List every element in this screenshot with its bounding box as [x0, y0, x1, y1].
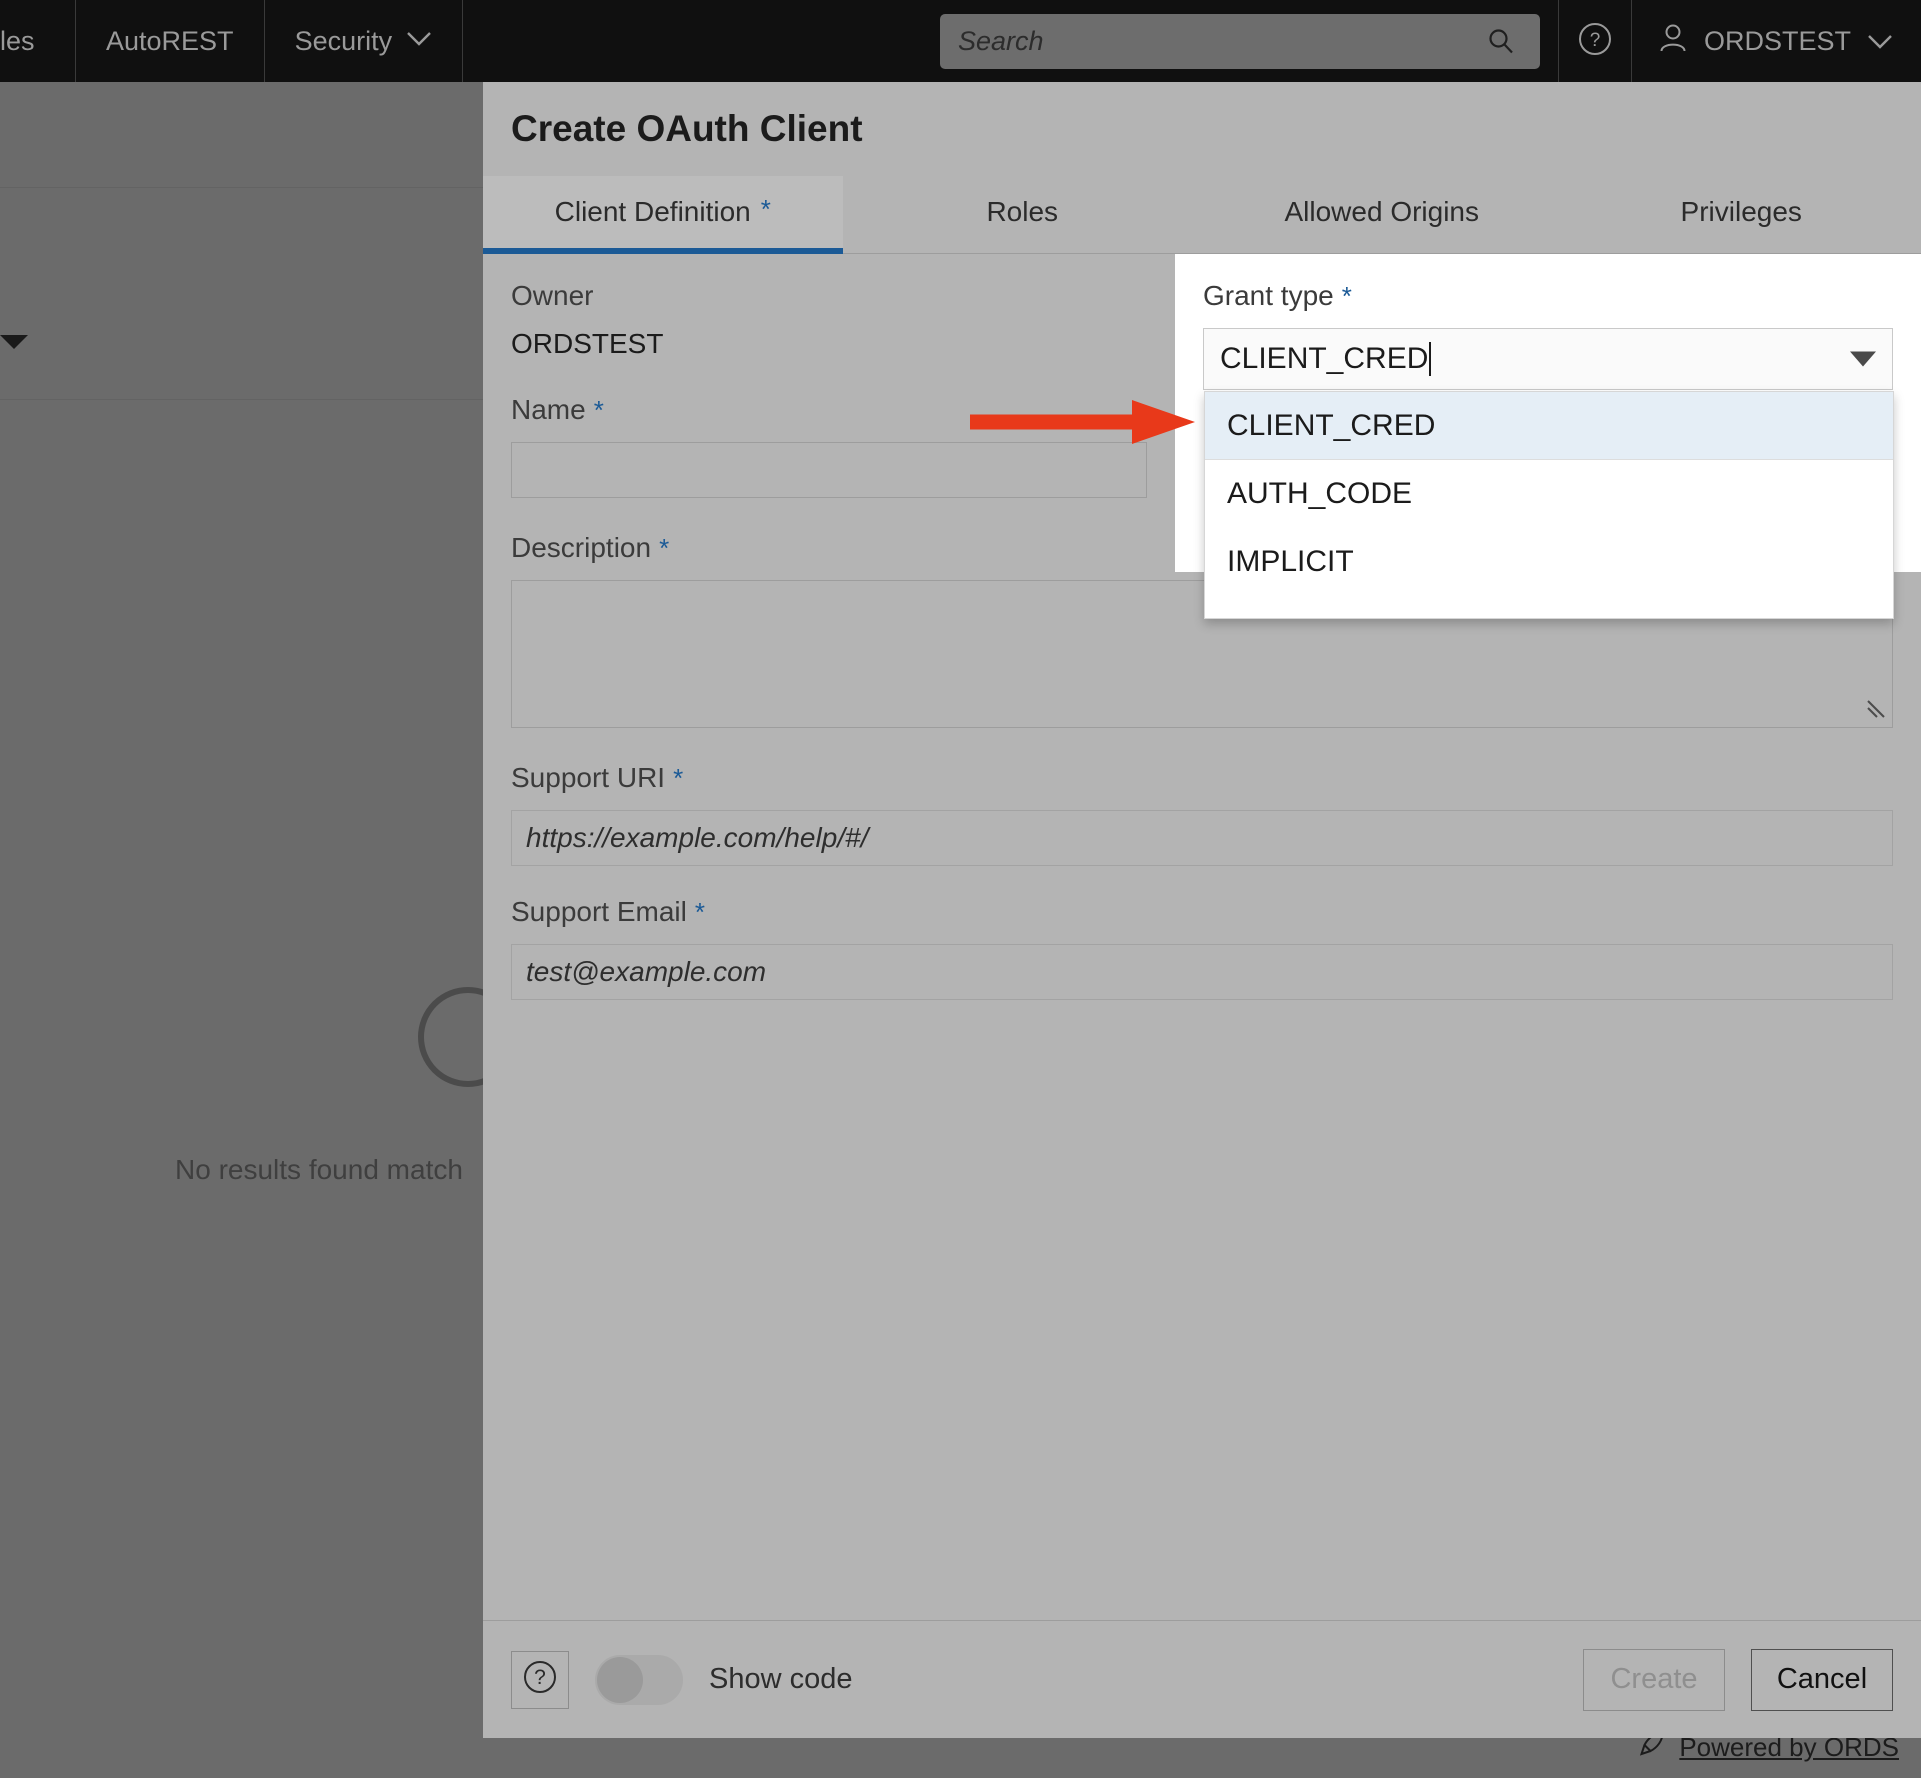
annotation-arrow-icon	[970, 398, 1200, 446]
chevron-down-icon[interactable]	[1850, 351, 1876, 367]
search-container: Search	[922, 0, 1558, 82]
help-circle-icon: ?	[520, 1657, 560, 1702]
dialog-title: Create OAuth Client	[511, 108, 863, 149]
tab-label: Roles	[986, 196, 1059, 227]
help-circle-icon: ?	[1576, 20, 1614, 63]
grant-type-option-client-cred[interactable]: CLIENT_CRED	[1205, 392, 1893, 460]
nav-item-label: les	[0, 25, 35, 56]
support-email-field-group: Support Email * test@example.com	[511, 896, 1893, 1000]
option-label: CLIENT_CRED	[1227, 408, 1436, 442]
nav-item-label: Security	[294, 25, 393, 56]
support-email-input[interactable]: test@example.com	[511, 944, 1893, 1000]
grant-type-field-group: Grant type * CLIENT_CRED CLIENT_CRED AUTH…	[1175, 254, 1921, 619]
search-input[interactable]: Search	[939, 13, 1540, 69]
tab-label: Client Definition	[554, 196, 751, 227]
show-code-label: Show code	[709, 1663, 853, 1695]
support-uri-input[interactable]: https://example.com/help/#/	[511, 810, 1893, 866]
tab-allowed-origins[interactable]: Allowed Origins	[1202, 176, 1562, 253]
resize-handle-icon[interactable]	[1864, 697, 1888, 725]
chevron-down-icon	[406, 31, 432, 51]
user-icon	[1658, 22, 1688, 61]
support-uri-label: Support URI *	[511, 762, 684, 793]
svg-text:?: ?	[534, 1666, 546, 1689]
svg-text:?: ?	[1590, 30, 1601, 51]
option-label: AUTH_CODE	[1227, 477, 1413, 510]
support-email-placeholder: test@example.com	[526, 956, 767, 987]
nav-item-autorest[interactable]: AutoREST	[76, 0, 265, 82]
chevron-down-icon	[1867, 26, 1893, 57]
search-icon[interactable]	[1488, 28, 1514, 54]
tab-privileges[interactable]: Privileges	[1561, 176, 1921, 253]
required-asterisk: *	[593, 395, 604, 425]
support-email-label: Support Email *	[511, 896, 705, 927]
dialog-body: Owner ORDSTEST Name * Description * Supp…	[483, 254, 1921, 1620]
owner-value: ORDSTEST	[511, 328, 664, 359]
owner-label: Owner	[511, 280, 594, 311]
no-results-text: No results found match	[175, 1154, 463, 1185]
grant-type-option-implicit[interactable]: IMPLICIT	[1205, 528, 1893, 596]
required-asterisk: *	[760, 194, 771, 224]
nav-item-security[interactable]: Security	[265, 0, 464, 82]
user-name-label: ORDSTEST	[1703, 25, 1851, 56]
required-asterisk: *	[659, 533, 670, 563]
owner-field-group: Owner ORDSTEST	[511, 280, 1147, 360]
show-code-toggle[interactable]	[595, 1654, 683, 1705]
grant-type-option-auth-code[interactable]: AUTH_CODE	[1205, 460, 1893, 528]
help-button[interactable]: ?	[1557, 0, 1632, 82]
user-menu-button[interactable]: ORDSTEST	[1632, 0, 1921, 82]
create-button[interactable]: Create	[1583, 1648, 1725, 1711]
backdrop-caret-icon	[0, 335, 28, 349]
text-cursor	[1429, 342, 1432, 376]
grant-type-dropdown[interactable]: CLIENT_CRED CLIENT_CRED AUTH_CODE IMPLIC…	[1203, 328, 1894, 619]
footer-help-button[interactable]: ?	[511, 1650, 569, 1709]
name-input[interactable]	[511, 442, 1147, 498]
dialog-tabs: Client Definition * Roles Allowed Origin…	[483, 176, 1921, 254]
tab-client-definition[interactable]: Client Definition *	[483, 176, 843, 254]
tab-label: Allowed Origins	[1284, 196, 1480, 227]
grant-type-label: Grant type *	[1203, 280, 1352, 311]
nav-item-label: AutoREST	[106, 25, 234, 56]
search-placeholder: Search	[957, 25, 1044, 56]
tab-roles[interactable]: Roles	[842, 176, 1202, 253]
nav-item-les[interactable]: les	[0, 0, 76, 82]
grant-type-options-menu: CLIENT_CRED AUTH_CODE IMPLICIT	[1204, 391, 1894, 619]
create-oauth-client-dialog: Create OAuth Client Client Definition * …	[483, 82, 1921, 1738]
toggle-knob	[597, 1656, 643, 1703]
tab-label: Privileges	[1680, 196, 1802, 227]
grant-type-value: CLIENT_CRED	[1220, 342, 1429, 375]
dialog-footer: ? Show code Create Cancel	[483, 1620, 1921, 1738]
top-navigation-bar: les AutoREST Security Search ? ORDSTEST	[0, 0, 1921, 82]
required-asterisk: *	[1341, 281, 1352, 311]
required-asterisk: *	[694, 897, 705, 927]
support-uri-field-group: Support URI * https://example.com/help/#/	[511, 762, 1893, 866]
support-uri-placeholder: https://example.com/help/#/	[526, 822, 869, 853]
cancel-button[interactable]: Cancel	[1751, 1648, 1893, 1711]
option-label: IMPLICIT	[1227, 545, 1354, 578]
required-asterisk: *	[673, 763, 684, 793]
